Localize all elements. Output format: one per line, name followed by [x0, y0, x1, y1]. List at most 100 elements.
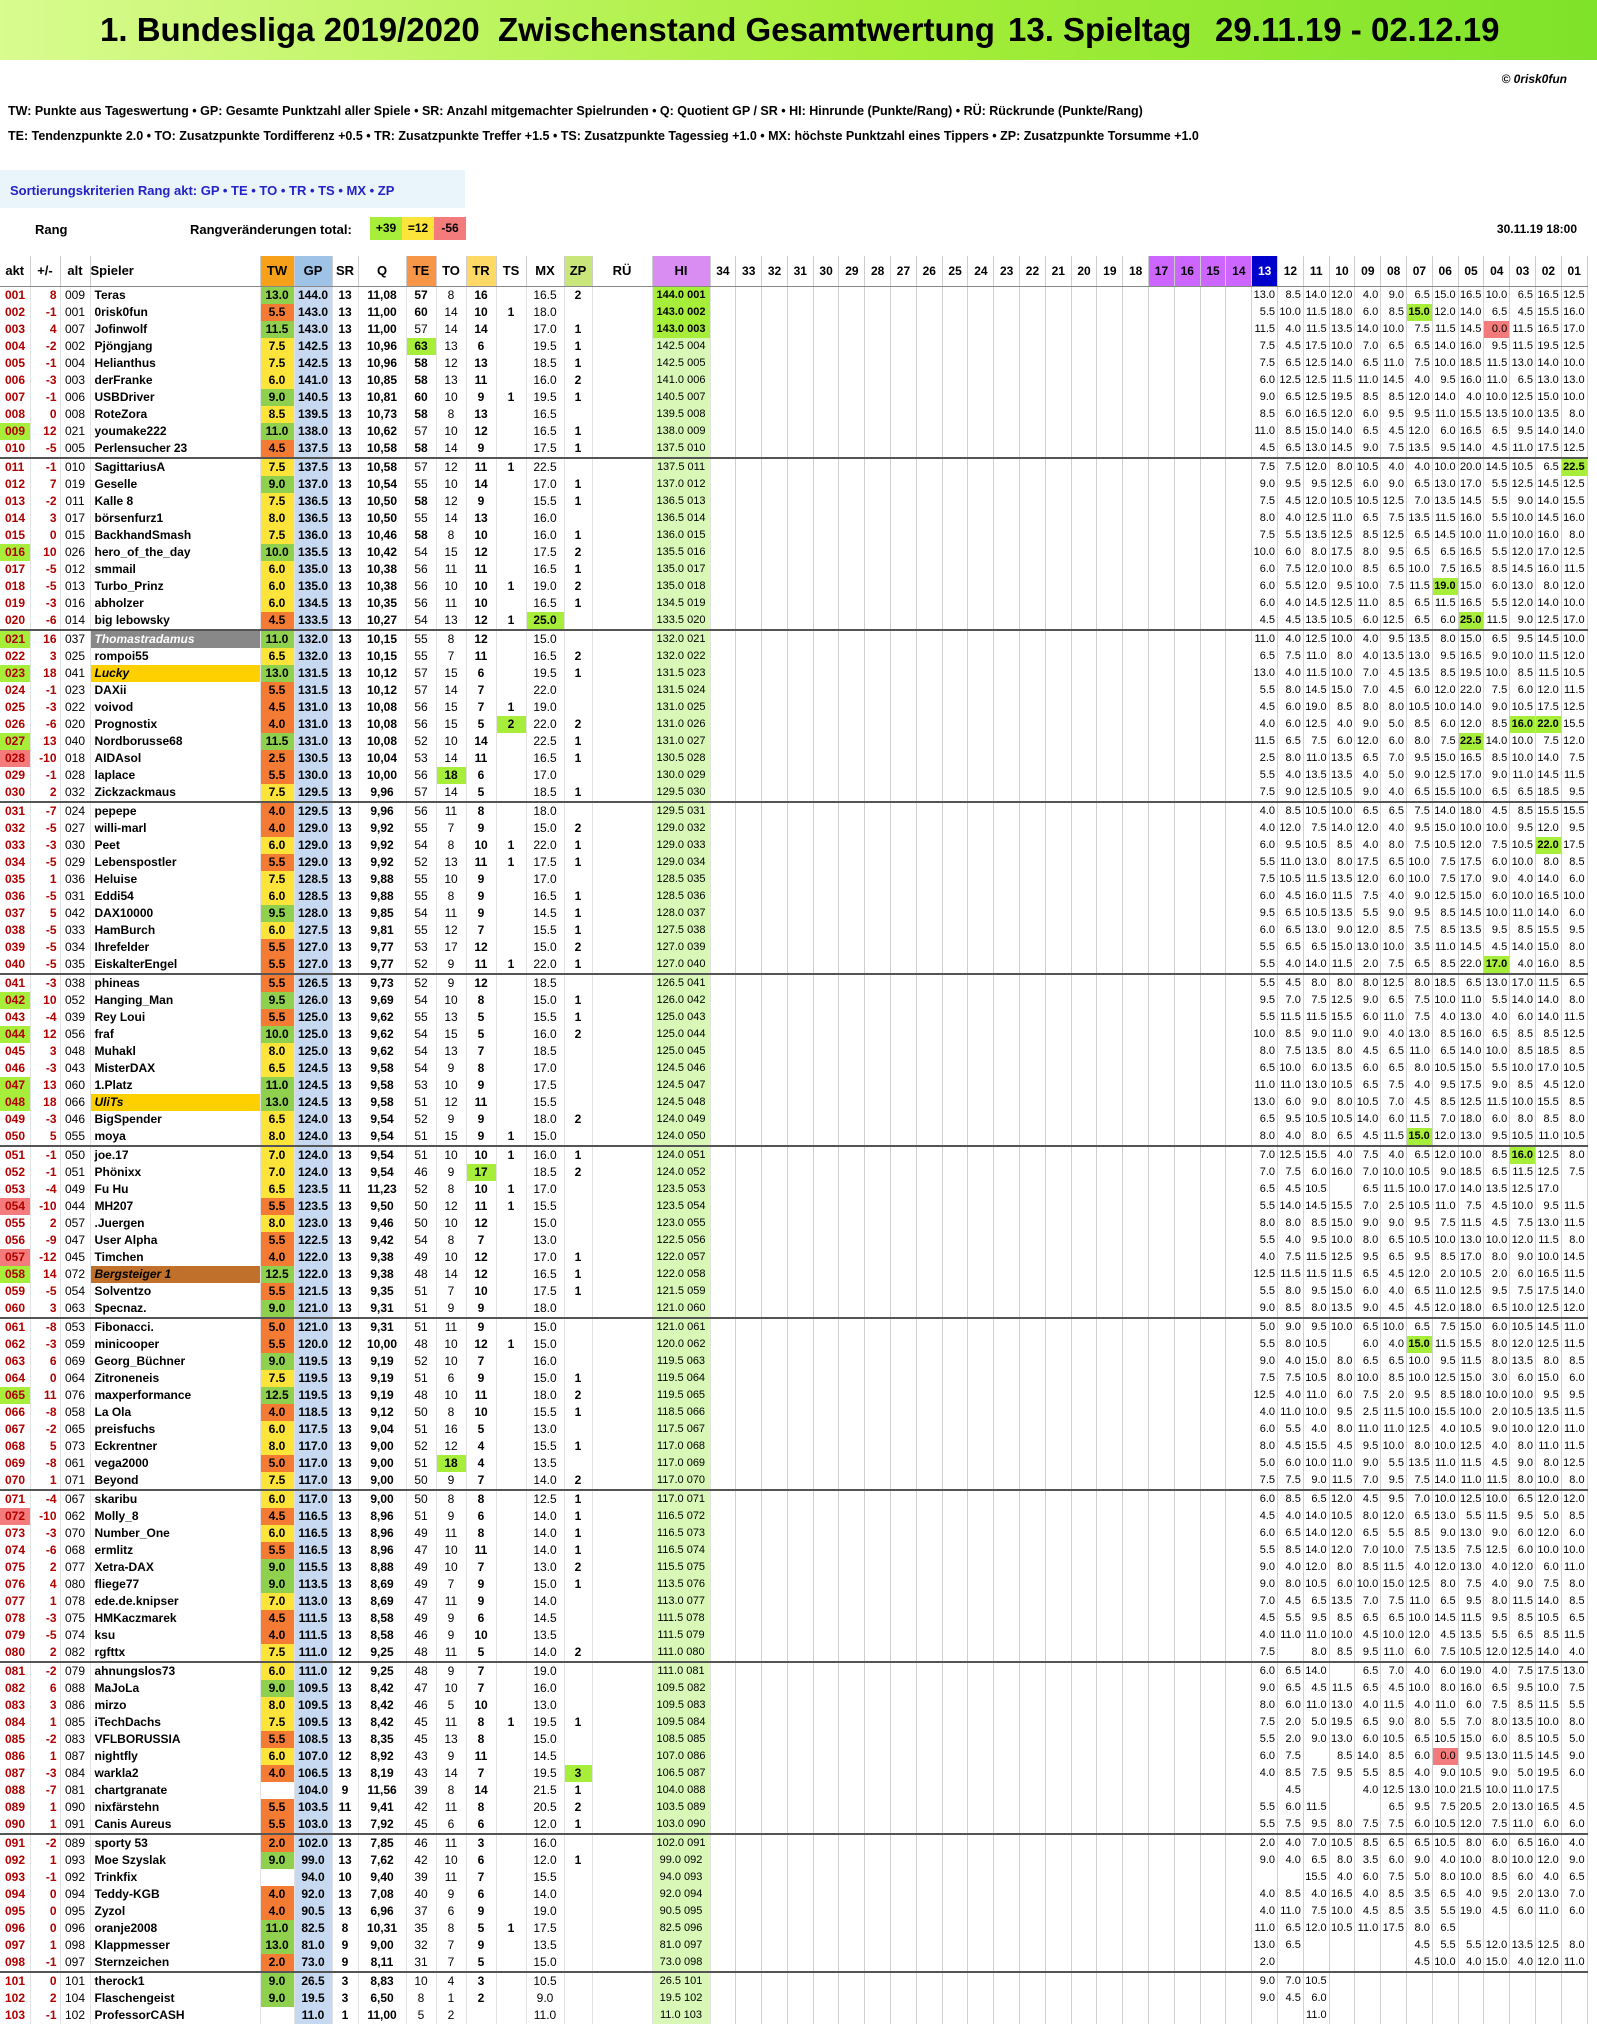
day-score: 4.0 [1277, 1852, 1304, 1869]
day-cell [1225, 1559, 1253, 1576]
day-score: 7.5 [1251, 355, 1279, 372]
player-name: Hanging_Man [90, 992, 261, 1009]
day-score: 6.0 [1406, 1816, 1433, 1834]
day-cell [916, 716, 943, 733]
hi-rank: 025 [684, 701, 706, 713]
day-score: 8.5 [1277, 1300, 1304, 1318]
day-score: 6.0 [1483, 854, 1511, 871]
day-score: 5.5 [1251, 682, 1279, 699]
day-cell [993, 1765, 1021, 1782]
te-value: 53 [406, 750, 437, 767]
day-score: 11.0 [1329, 1026, 1356, 1043]
day-cell [1019, 1593, 1046, 1610]
rank-change: 3 [30, 1300, 61, 1318]
tr-value: 12 [466, 1249, 497, 1266]
hi-cell: 104.0 088 [652, 1782, 711, 1799]
day-score: 13.0 [1458, 1009, 1485, 1026]
day-score: 12.0 [1561, 1077, 1588, 1094]
q-value: 11,08 [358, 286, 407, 304]
q-value: 9,46 [358, 1215, 407, 1232]
mx-value: 13.5 [526, 1455, 565, 1472]
day-cell [761, 837, 788, 854]
day-score: 4.0 [1380, 1145, 1408, 1164]
day-score: 22.5 [1561, 457, 1588, 476]
day-cell [942, 1077, 969, 1094]
day-cell [864, 1833, 892, 1852]
rank-previous: 017 [60, 510, 91, 527]
day-score: 6.5 [1277, 939, 1304, 956]
day-cell [1148, 1387, 1175, 1404]
day-score: 19.0 [1458, 1661, 1485, 1680]
day-score: 6.5 [1380, 1799, 1408, 1816]
day-cell [993, 1559, 1021, 1576]
day-cell [942, 1525, 969, 1542]
tr-value: 7 [466, 1765, 497, 1782]
day-cell [1045, 612, 1072, 630]
day-cell [710, 1748, 737, 1765]
day-score: 8.0 [1509, 1472, 1536, 1490]
day-score: 4.5 [1277, 493, 1304, 510]
day-score: 7.5 [1251, 871, 1279, 888]
zp-value [564, 1869, 593, 1886]
tr-value: 7 [466, 1661, 497, 1680]
ts-value [496, 595, 527, 612]
day-cell [890, 820, 917, 837]
day-score: 6.0 [1380, 871, 1408, 888]
day-cell [890, 1472, 917, 1490]
hi-rank: 024 [684, 684, 706, 696]
day-cell [1200, 1198, 1227, 1215]
day-cell [942, 1111, 969, 1128]
te-value: 58 [406, 406, 437, 423]
day-cell [761, 1232, 788, 1249]
day-cell [838, 372, 866, 389]
player-name: vega2000 [90, 1455, 261, 1472]
day-cell [1174, 1317, 1201, 1336]
hi-rank: 075 [683, 1561, 706, 1573]
rank-previous: 026 [60, 544, 91, 561]
day-cell [761, 389, 788, 406]
q-value: 8,42 [358, 1714, 407, 1731]
te-value: 52 [406, 733, 437, 750]
day-cell [813, 493, 840, 510]
tw-value: 6.0 [260, 372, 295, 389]
day-cell [838, 355, 866, 372]
day-cell [710, 1060, 737, 1077]
day-score: 8.0 [1483, 1249, 1511, 1266]
day-score: 10.5 [1380, 1731, 1408, 1748]
sr-value: 13 [332, 457, 359, 476]
col-header-22: 22 [1019, 256, 1046, 287]
zp-value: 2 [564, 372, 593, 389]
matchday-title: 13. Spieltag [1008, 11, 1192, 48]
tw-value: 4.0 [260, 716, 295, 733]
tr-value: 12 [466, 1215, 497, 1232]
day-score: 11.5 [1329, 1680, 1356, 1697]
day-cell [838, 1869, 866, 1886]
day-cell [1225, 1799, 1253, 1816]
zp-value [564, 406, 593, 423]
to-value: 9 [436, 1610, 467, 1627]
day-cell [967, 372, 995, 389]
day-cell [735, 1387, 763, 1404]
day-cell [1200, 801, 1227, 820]
day-score: 14.0 [1535, 595, 1562, 612]
day-score: 12.0 [1354, 871, 1382, 888]
day-cell [761, 784, 788, 802]
day-cell [1096, 905, 1124, 922]
gp-value: 124.5 [294, 1077, 333, 1094]
rangchange-same: =12 [402, 217, 434, 240]
day-cell [710, 406, 737, 423]
rue-value [592, 837, 653, 854]
day-score: 9.0 [1483, 767, 1511, 784]
day-cell [813, 595, 840, 612]
day-score: 11.0 [1509, 440, 1536, 458]
day-score: 10.0 [1483, 820, 1511, 837]
day-cell [1148, 1404, 1175, 1421]
hi-cell: 124.5 047 [652, 1077, 711, 1094]
day-cell [761, 1542, 788, 1559]
day-cell [942, 1799, 969, 1816]
day-cell [1225, 1508, 1253, 1525]
rue-value [592, 544, 653, 561]
title-banner: 1. Bundesliga 2019/2020 Zwischenstand Ge… [0, 0, 1597, 60]
day-cell [761, 1370, 788, 1387]
col-header-27: 27 [890, 256, 917, 287]
